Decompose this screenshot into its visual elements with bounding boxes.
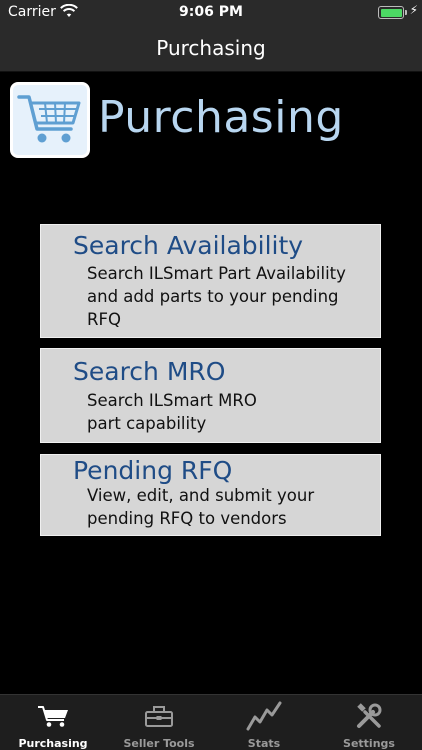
battery-icon — [378, 6, 404, 19]
tab-purchasing[interactable]: Purchasing — [0, 695, 106, 750]
pending-rfq-button[interactable]: Pending RFQ View, edit, and submit your … — [40, 454, 381, 536]
cart-icon — [0, 701, 106, 731]
tab-seller-tools[interactable]: Seller Tools — [106, 695, 212, 750]
charging-icon: ⚡ — [409, 3, 418, 17]
tab-label: Purchasing — [18, 737, 88, 750]
page-title: Purchasing — [98, 92, 344, 143]
toolbox-icon — [106, 701, 212, 731]
card-description: View, edit, and submit your pending RFQ … — [87, 486, 315, 528]
card-description: Search ILSmart MRO part capability — [87, 391, 257, 433]
tab-settings[interactable]: Settings — [316, 695, 422, 750]
status-time: 9:06 PM — [179, 4, 243, 20]
card-title: Search MRO — [73, 357, 226, 386]
card-title: Search Availability — [73, 231, 304, 260]
tab-bar: Purchasing Seller Tools Stats Settings — [0, 694, 422, 750]
battery-level — [380, 8, 402, 17]
battery-tip — [405, 10, 407, 15]
nav-title: Purchasing — [156, 36, 266, 60]
search-mro-button[interactable]: Search MRO Search ILSmart MRO part capab… — [40, 348, 381, 443]
card-title: Pending RFQ — [73, 456, 233, 485]
shopping-cart-icon — [10, 82, 90, 158]
page-header: Purchasing — [0, 72, 422, 172]
search-availability-button[interactable]: Search Availability Search ILSmart Part … — [40, 224, 381, 338]
tab-stats[interactable]: Stats — [211, 695, 317, 750]
stats-chart-icon — [211, 701, 317, 731]
tab-label: Seller Tools — [123, 737, 195, 750]
card-description: Search ILSmart Part Availability and add… — [87, 264, 346, 329]
status-bar: Carrier 9:06 PM ⚡ — [0, 0, 422, 26]
tab-label: Stats — [247, 737, 281, 750]
tools-icon — [316, 701, 422, 731]
tab-label: Settings — [343, 737, 395, 750]
nav-bar: Purchasing — [0, 26, 422, 72]
